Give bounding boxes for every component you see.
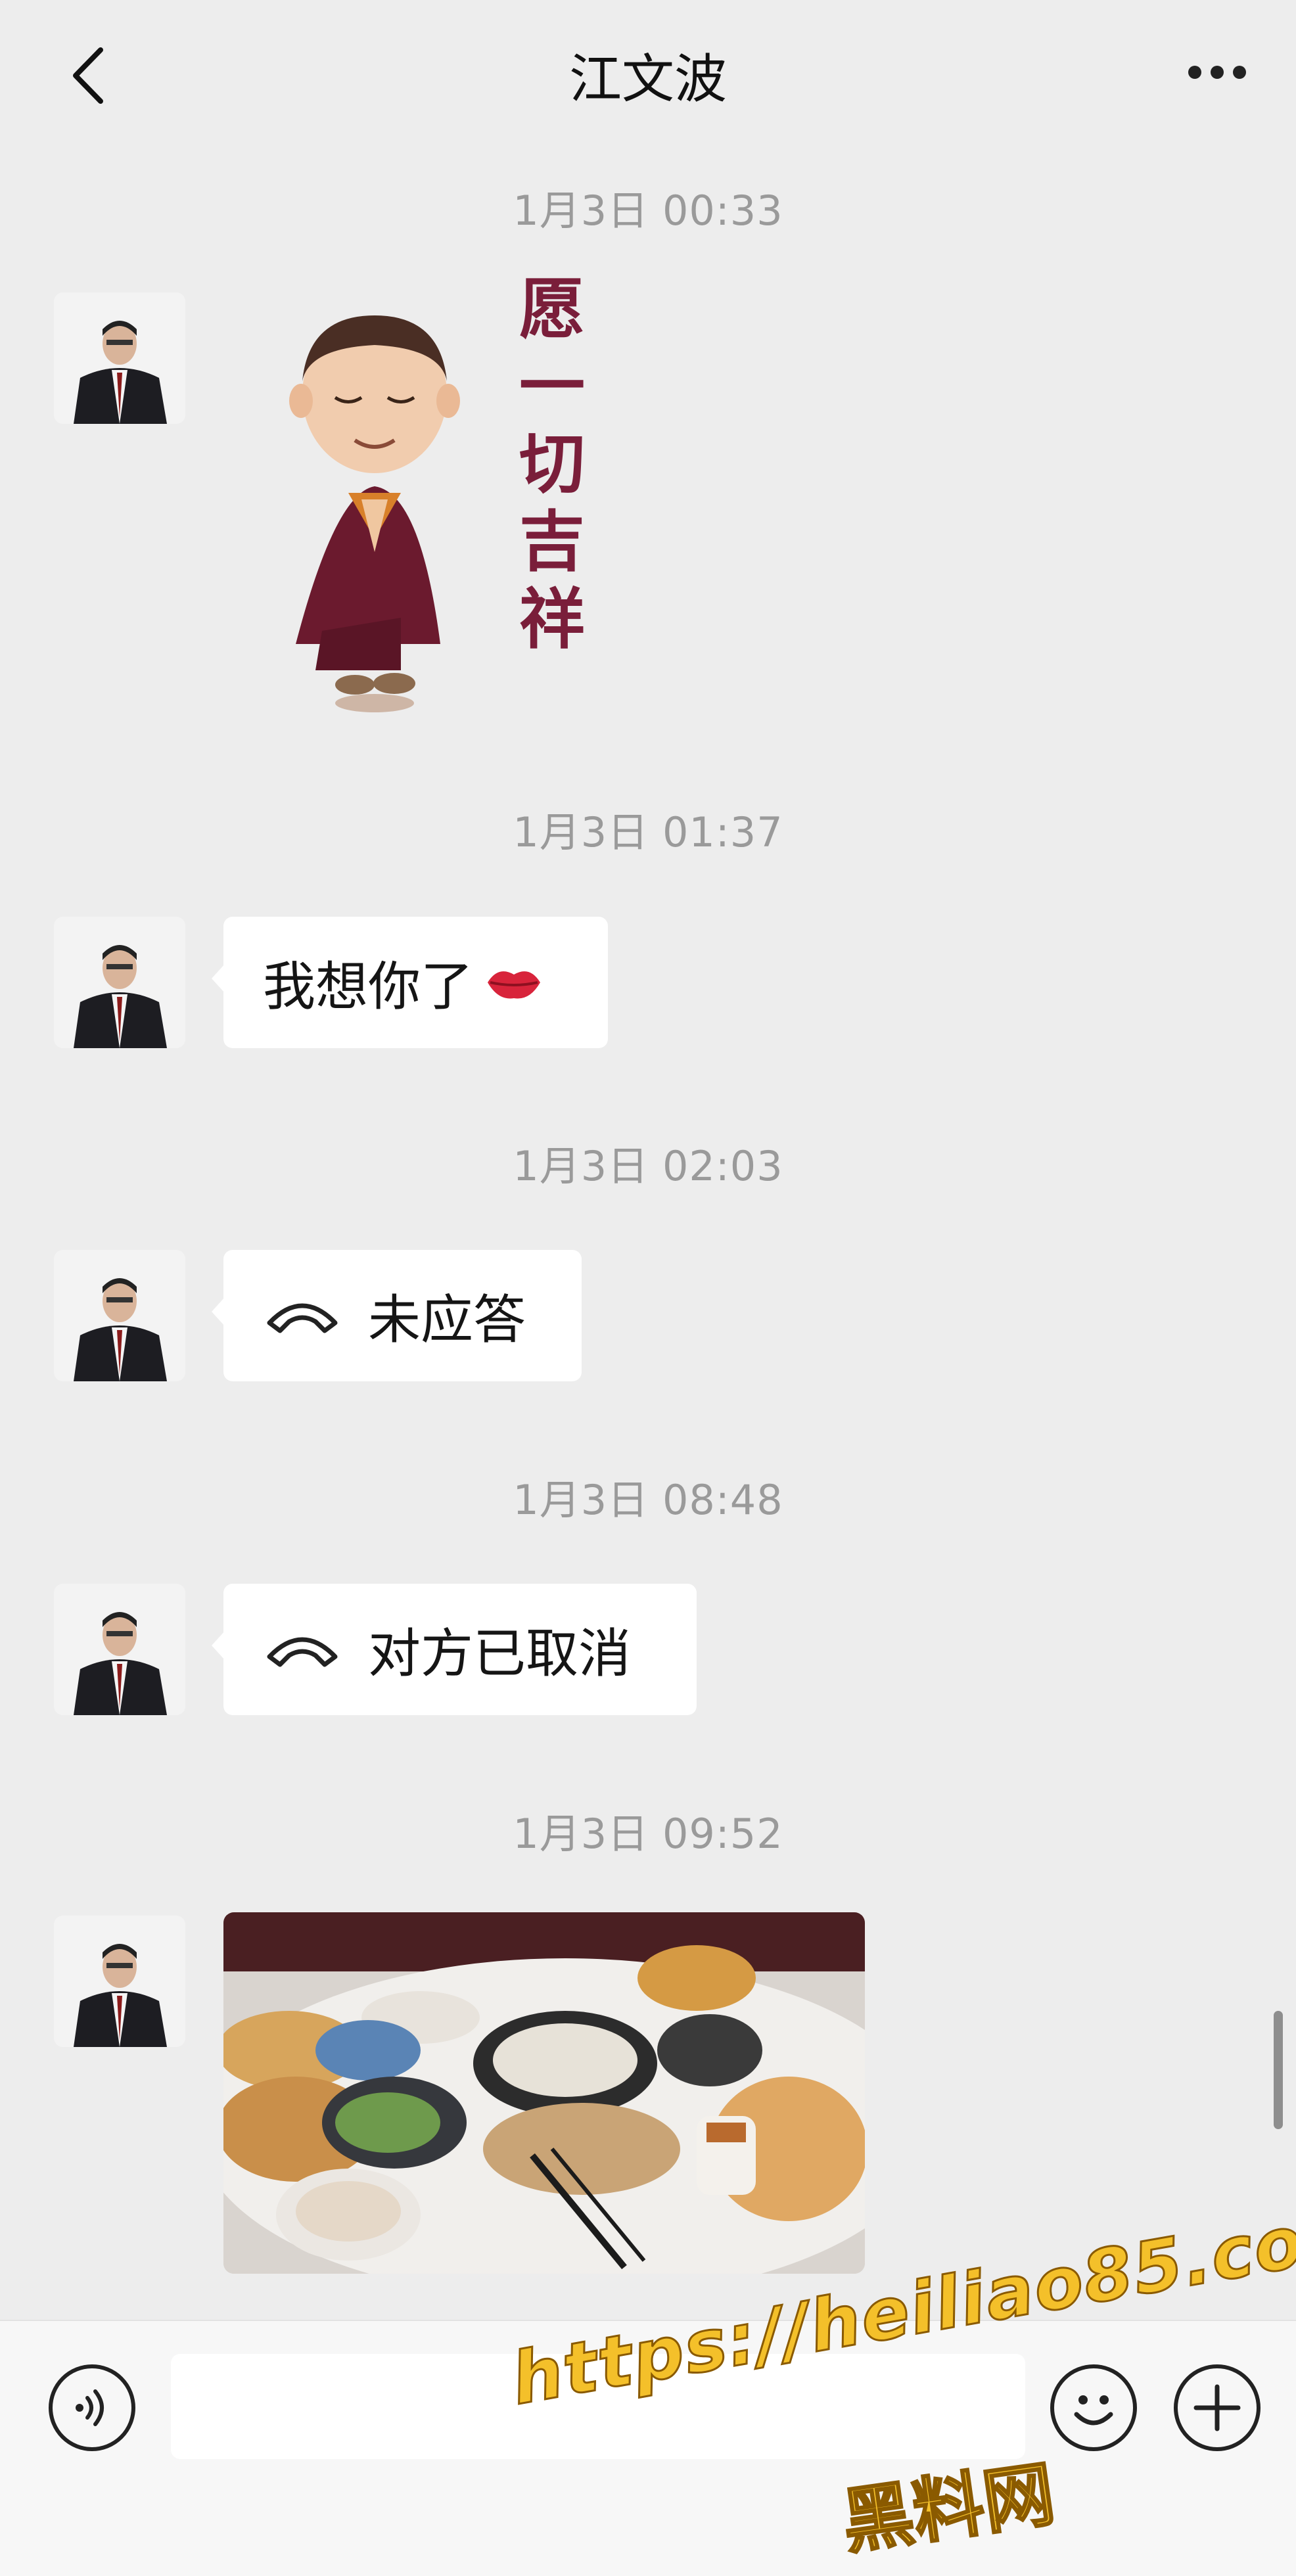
message-text: 我想你了 <box>263 956 473 1017</box>
chat-title: 江文波 <box>569 49 727 110</box>
message-input[interactable] <box>171 2354 1025 2459</box>
sticker-caption: 愿 一 切 吉 祥 <box>519 270 585 658</box>
emoji-icon <box>1074 2395 1113 2426</box>
voice-button[interactable] <box>49 2364 135 2451</box>
timestamp: 1月3日 01:37 <box>513 808 783 856</box>
more-dots-icon <box>1188 66 1201 79</box>
call-bubble[interactable]: 对方已取消 <box>212 1584 697 1715</box>
emoji-button[interactable] <box>1050 2364 1137 2451</box>
avatar[interactable] <box>54 292 185 424</box>
call-status-text: 未应答 <box>368 1289 526 1350</box>
timestamp: 1月3日 09:52 <box>513 1810 783 1858</box>
plus-button[interactable] <box>1174 2364 1261 2451</box>
kiss-lips-icon <box>488 971 540 999</box>
avatar-image <box>54 917 185 1048</box>
more-button[interactable] <box>1178 53 1257 92</box>
timestamp: 1月3日 00:33 <box>513 187 783 235</box>
avatar[interactable] <box>54 917 185 1048</box>
image-message[interactable] <box>223 1912 865 2274</box>
timestamp: 1月3日 02:03 <box>513 1142 783 1190</box>
message-bubble[interactable]: 我想你了 <box>212 917 608 1048</box>
avatar[interactable] <box>54 1584 185 1715</box>
avatar[interactable] <box>54 1916 185 2047</box>
food-table-photo <box>223 1912 865 2274</box>
voice-icon <box>76 2389 104 2426</box>
avatar[interactable] <box>54 1250 185 1381</box>
avatar-image <box>54 292 185 424</box>
input-bar <box>0 2320 1296 2576</box>
call-status-text: 对方已取消 <box>368 1623 631 1684</box>
timestamp: 1月3日 08:48 <box>513 1476 783 1524</box>
phone-hangup-icon <box>267 1637 338 1667</box>
scroll-indicator[interactable] <box>1274 2011 1283 2129</box>
chat-screen: 江文波 1月3日 00:33 愿 一 切 吉 祥 1月3日 01:37 我想你了… <box>0 0 1296 2576</box>
chat-header: 江文波 <box>0 0 1296 158</box>
avatar-image <box>54 1916 185 2047</box>
avatar-image <box>54 1250 185 1381</box>
phone-hangup-icon <box>267 1303 338 1333</box>
avatar-image <box>54 1584 185 1715</box>
call-bubble[interactable]: 未应答 <box>212 1250 582 1381</box>
plus-icon <box>1193 2384 1241 2431</box>
